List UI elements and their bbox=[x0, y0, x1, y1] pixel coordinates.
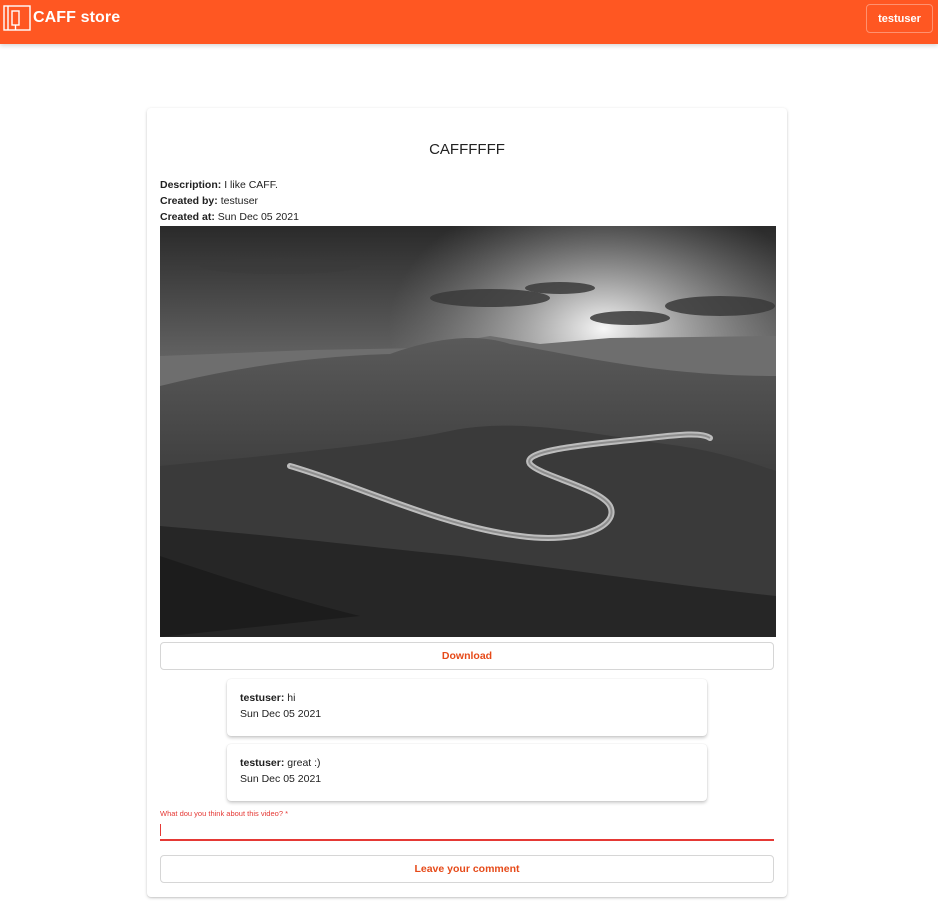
description-value: I like CAFF. bbox=[224, 179, 278, 191]
comment-date: Sun Dec 05 2021 bbox=[240, 773, 322, 785]
leave-comment-button[interactable]: Leave your comment bbox=[160, 855, 774, 883]
item-title: CAFFFFFF bbox=[429, 141, 505, 158]
created-by-label: Created by: bbox=[160, 195, 218, 207]
app-bar: CAFF store testuser bbox=[0, 0, 938, 44]
comment-author: testuser: bbox=[240, 757, 285, 769]
user-menu-button[interactable]: testuser bbox=[866, 4, 933, 33]
preview-image bbox=[160, 226, 776, 637]
comment-date: Sun Dec 05 2021 bbox=[240, 708, 322, 720]
text-caret bbox=[160, 824, 161, 836]
created-by-row: Created by: testuser bbox=[160, 195, 258, 207]
comment-field-label: What dou you think about this video? * bbox=[160, 809, 288, 818]
comment-text: hi bbox=[287, 692, 296, 704]
comment-text: great :) bbox=[287, 757, 321, 769]
description-label: Description: bbox=[160, 179, 222, 191]
created-at-row: Created at: Sun Dec 05 2021 bbox=[160, 211, 299, 223]
comment-card: testuser: great :) Sun Dec 05 2021 bbox=[227, 744, 707, 801]
store-logo-icon[interactable] bbox=[3, 5, 31, 31]
description-row: Description: I like CAFF. bbox=[160, 179, 278, 191]
comment-input[interactable] bbox=[160, 822, 774, 841]
created-at-value: Sun Dec 05 2021 bbox=[217, 211, 299, 223]
comment-card: testuser: hi Sun Dec 05 2021 bbox=[227, 679, 707, 736]
created-by-value: testuser bbox=[220, 195, 259, 207]
created-at-label: Created at: bbox=[160, 211, 215, 223]
comment-author: testuser: bbox=[240, 692, 285, 704]
brand-title[interactable]: CAFF store bbox=[33, 9, 120, 27]
download-button[interactable]: Download bbox=[160, 642, 774, 670]
item-card: CAFFFFFF Description: I like CAFF. Creat… bbox=[147, 108, 787, 897]
